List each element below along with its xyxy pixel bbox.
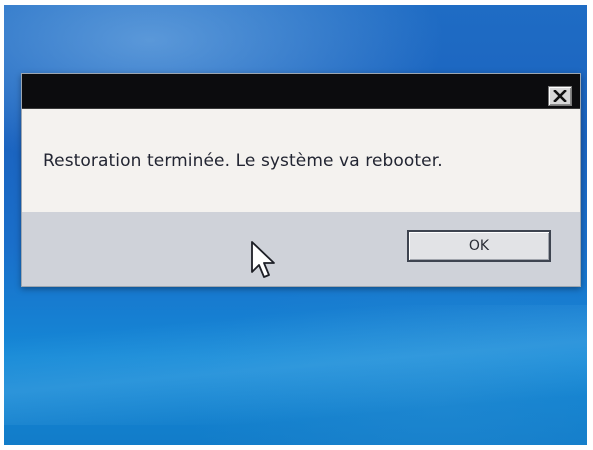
ok-button[interactable]: OK (407, 230, 551, 262)
mouse-pointer-icon (251, 241, 275, 278)
close-button[interactable] (548, 86, 572, 106)
close-icon (553, 90, 567, 102)
desktop-background: Restoration terminée. Le système va rebo… (4, 5, 587, 445)
dialog-button-bar: OK (22, 212, 580, 286)
desktop-wallpaper-glow (4, 305, 587, 425)
dialog-message: Restoration terminée. Le système va rebo… (43, 151, 443, 171)
restore-complete-dialog: Restoration terminée. Le système va rebo… (21, 73, 581, 287)
dialog-message-area: Restoration terminée. Le système va rebo… (22, 109, 580, 212)
dialog-titlebar (22, 74, 580, 109)
